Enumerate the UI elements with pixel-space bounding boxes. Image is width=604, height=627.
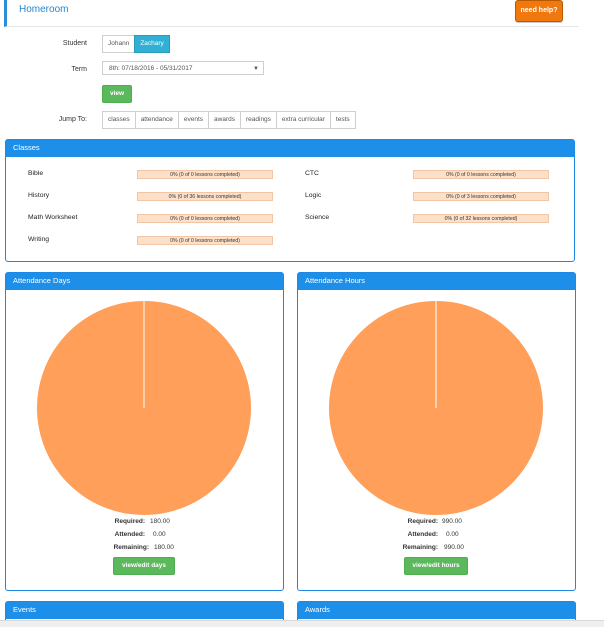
class-progress-math-worksheet: 0% (0 of 0 lessons completed) — [137, 214, 273, 223]
class-progress-ctc: 0% (0 of 0 lessons completed) — [413, 170, 549, 179]
class-progress-history: 0% (0 of 36 lessons completed) — [137, 192, 273, 201]
days-required-value: 180.00 — [150, 518, 170, 525]
hours-remaining-value: 990.00 — [444, 544, 464, 551]
student-label: Student — [62, 40, 87, 47]
days-attended-label: Attended: — [114, 531, 145, 538]
class-name-ctc[interactable]: CTC — [305, 170, 319, 177]
view-edit-hours-button[interactable]: view/edit hours — [404, 557, 468, 575]
term-select[interactable]: 8th: 07/18/2016 - 05/31/2017 ▼ — [102, 61, 264, 75]
class-name-logic[interactable]: Logic — [305, 192, 321, 199]
hours-attended-label: Attended: — [407, 531, 438, 538]
jump-link-classes[interactable]: classes — [102, 111, 136, 129]
awards-panel-title: Awards — [298, 602, 575, 619]
student-option-johann[interactable]: Johann — [102, 35, 136, 53]
class-progress-bible: 0% (0 of 0 lessons completed) — [137, 170, 273, 179]
jump-link-readings[interactable]: readings — [239, 111, 277, 129]
days-remaining-label: Remaining: — [113, 544, 149, 551]
student-option-zachary[interactable]: Zachary — [134, 35, 170, 53]
homeroom-header: Homeroom — [4, 0, 579, 27]
events-panel-title: Events — [6, 602, 283, 619]
student-selector: Johann Zachary — [102, 35, 170, 53]
jump-link-attendance[interactable]: attendance — [134, 111, 179, 129]
need-help-button[interactable]: need help? — [515, 0, 563, 22]
hours-required-label: Required: — [407, 518, 438, 525]
class-progress-logic: 0% (0 of 3 lessons completed) — [413, 192, 549, 201]
caret-down-icon: ▼ — [253, 66, 259, 72]
hours-attended-value: 0.00 — [446, 531, 459, 538]
class-name-writing[interactable]: Writing — [28, 236, 49, 243]
jump-link-awards[interactable]: awards — [208, 111, 241, 129]
days-attended-value: 0.00 — [153, 531, 166, 538]
page-title: Homeroom — [19, 4, 69, 15]
term-value: 8th: 07/18/2016 - 05/31/2017 — [109, 65, 193, 72]
days-required-label: Required: — [114, 518, 145, 525]
class-progress-science: 0% (0 of 32 lessons completed) — [413, 214, 549, 223]
attendance-days-pie-chart — [37, 301, 251, 515]
class-name-science[interactable]: Science — [305, 214, 329, 221]
attendance-hours-title: Attendance Hours — [298, 273, 575, 290]
class-progress-writing: 0% (0 of 0 lessons completed) — [137, 236, 273, 245]
view-button[interactable]: view — [102, 85, 132, 103]
jump-to-links: classes attendance events awards reading… — [102, 111, 356, 129]
attendance-days-title: Attendance Days — [6, 273, 283, 290]
class-name-bible[interactable]: Bible — [28, 170, 43, 177]
term-label: Term — [71, 66, 87, 73]
attendance-hours-pie-chart — [329, 301, 543, 515]
class-name-math-worksheet[interactable]: Math Worksheet — [28, 214, 77, 221]
jump-link-events[interactable]: events — [177, 111, 210, 129]
jump-link-extra-curricular[interactable]: extra curricular — [275, 111, 331, 129]
days-remaining-value: 180.00 — [154, 544, 174, 551]
class-name-history[interactable]: History — [28, 192, 49, 199]
jump-link-tests[interactable]: tests — [329, 111, 356, 129]
classes-panel-title: Classes — [6, 140, 574, 157]
view-edit-days-button[interactable]: view/edit days — [113, 557, 175, 575]
jump-to-label: Jump To: — [58, 116, 87, 123]
hours-remaining-label: Remaining: — [402, 544, 438, 551]
hours-required-value: 990.00 — [442, 518, 462, 525]
